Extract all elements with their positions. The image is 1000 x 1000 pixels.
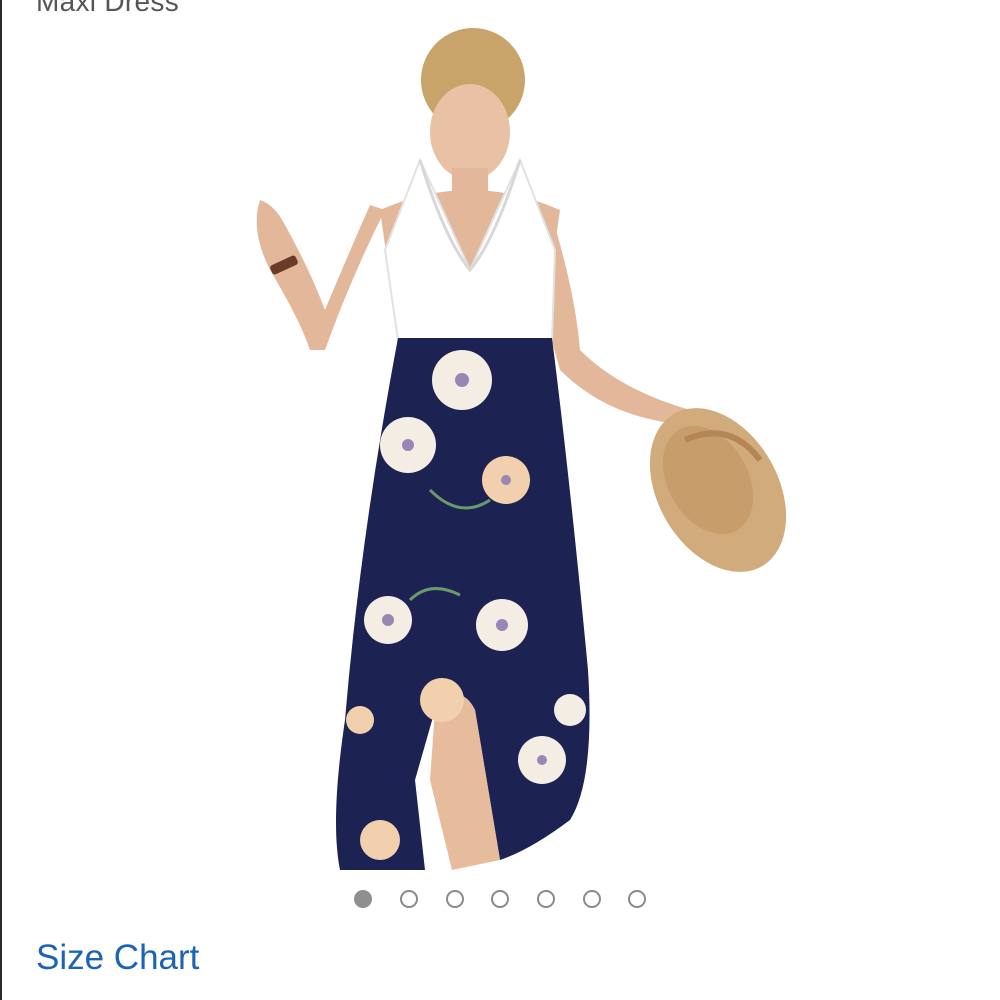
- size-chart-link[interactable]: Size Chart: [36, 938, 199, 978]
- screen-edge: [0, 0, 2, 1000]
- model-face: [430, 84, 510, 180]
- product-title: Maxi Dress: [36, 0, 180, 17]
- product-image[interactable]: [230, 20, 790, 880]
- carousel-dot-7[interactable]: [628, 890, 646, 908]
- model-left-arm: [256, 200, 385, 350]
- carousel-dot-1[interactable]: [354, 890, 372, 908]
- carousel-dot-2[interactable]: [400, 890, 418, 908]
- carousel-dot-3[interactable]: [446, 890, 464, 908]
- image-carousel-dots: [0, 890, 1000, 914]
- carousel-dot-5[interactable]: [537, 890, 555, 908]
- carousel-dot-4[interactable]: [491, 890, 509, 908]
- carousel-dot-6[interactable]: [583, 890, 601, 908]
